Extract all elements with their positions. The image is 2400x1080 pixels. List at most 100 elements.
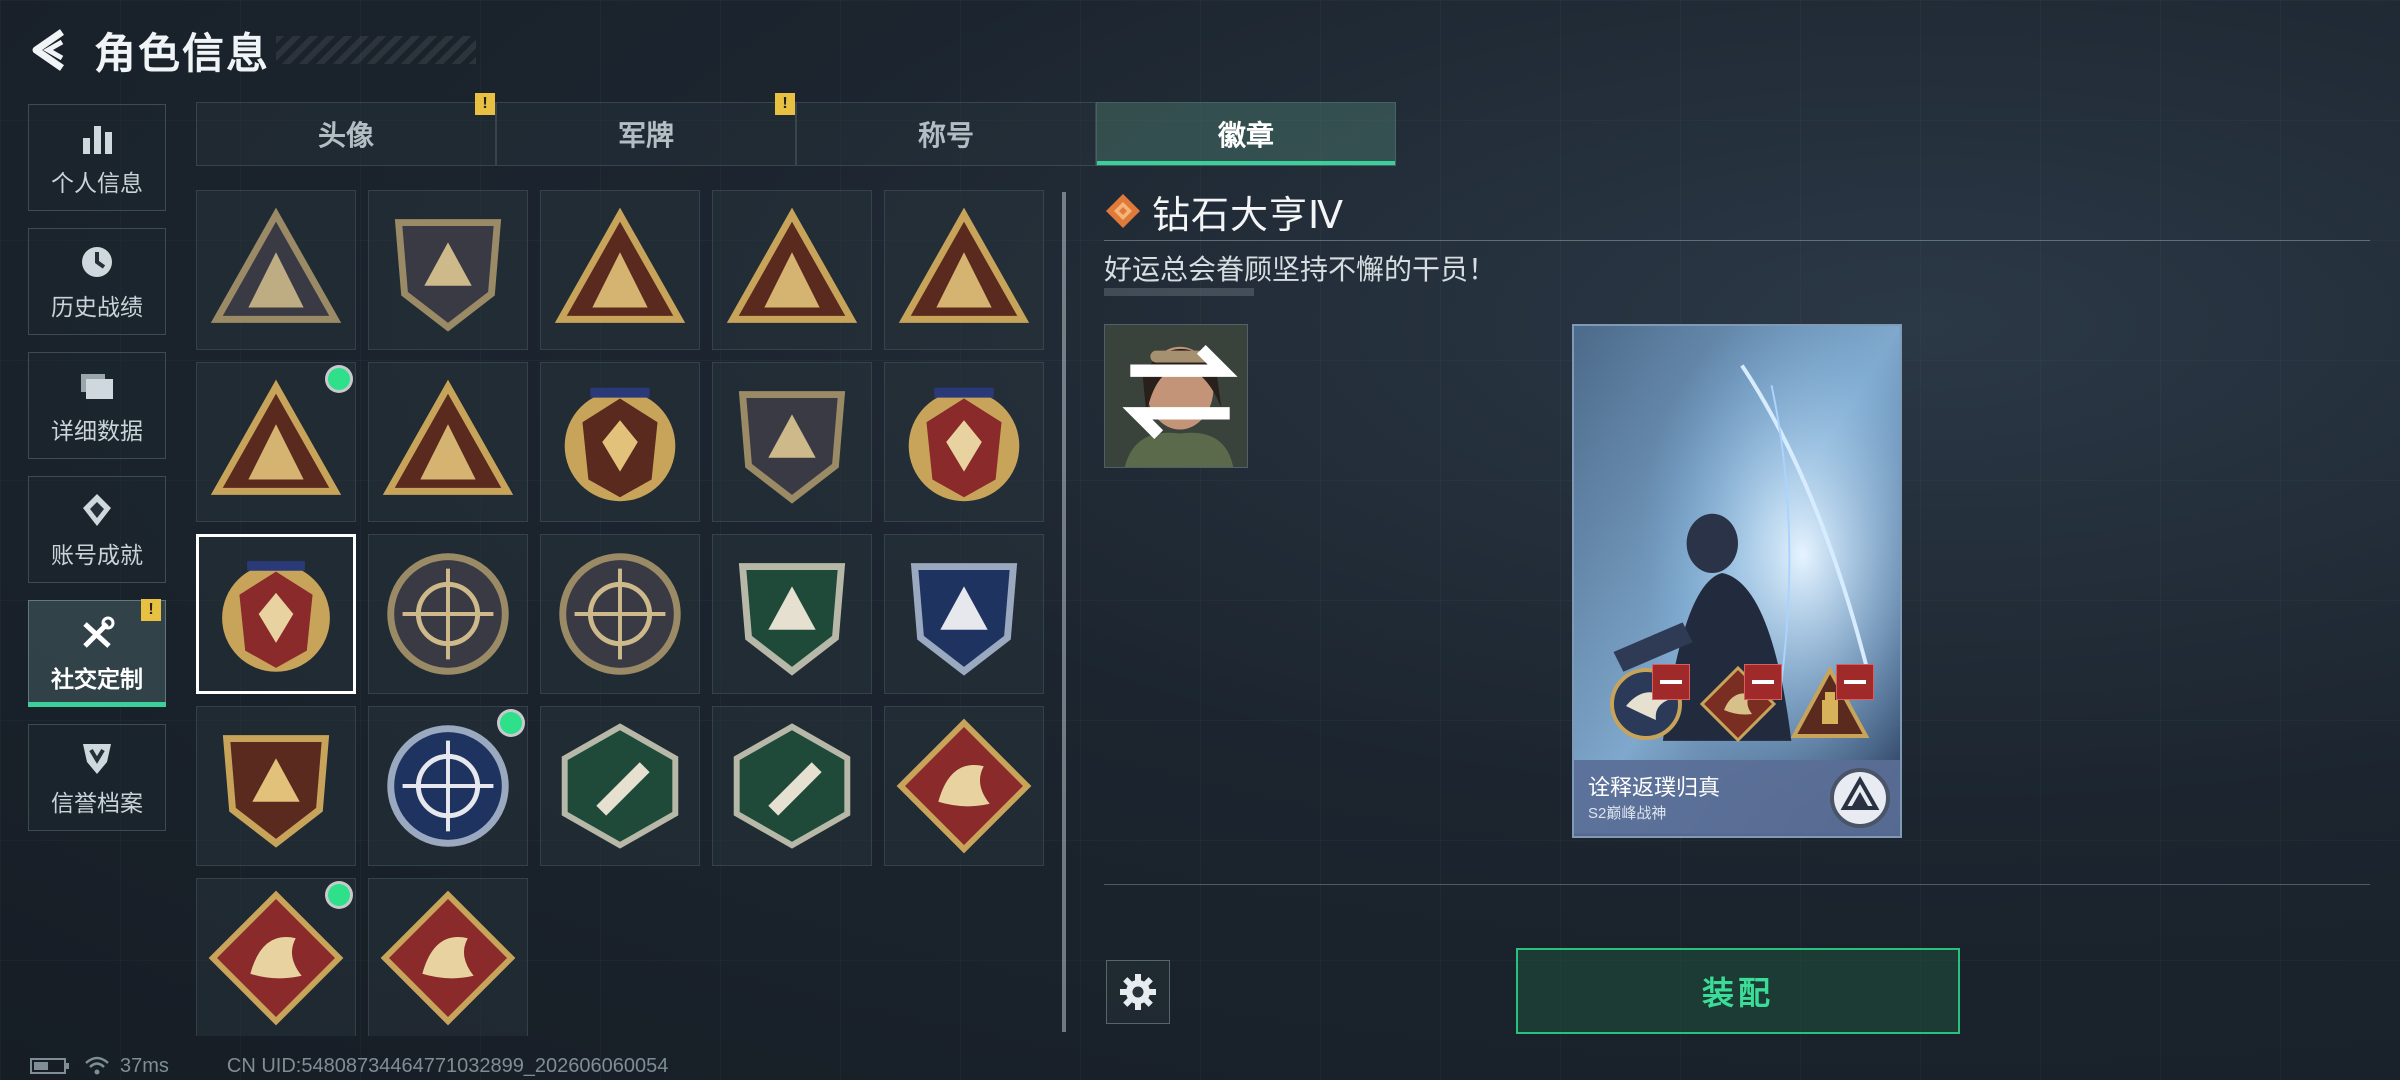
badge-cell[interactable] bbox=[884, 362, 1044, 522]
shield-icon bbox=[83, 743, 111, 774]
badge-cell[interactable] bbox=[884, 706, 1044, 866]
divider bbox=[1104, 884, 2370, 885]
warning-badge: ! bbox=[475, 93, 495, 115]
tab-label: 头像 bbox=[317, 120, 374, 151]
blue-rifle-shield-badge-icon bbox=[910, 563, 1018, 676]
crosshair-skull-badge-icon bbox=[387, 553, 509, 675]
remove-slot-button[interactable] bbox=[1744, 664, 1782, 700]
badge-cell[interactable] bbox=[196, 362, 356, 522]
new-indicator bbox=[328, 368, 350, 390]
tab-badge[interactable]: 徽章 bbox=[1096, 102, 1396, 166]
wifi-icon bbox=[85, 1056, 109, 1075]
s6-triangle-badge-icon bbox=[554, 207, 686, 323]
crosshair-bomb-badge-icon bbox=[559, 553, 681, 675]
tab-title[interactable]: 称号 bbox=[796, 102, 1096, 166]
diamond-rank-icon bbox=[1106, 194, 1140, 228]
new-indicator bbox=[500, 712, 522, 734]
sidebar-item-label: 个人信息 bbox=[51, 169, 143, 196]
badge-cell[interactable] bbox=[196, 706, 356, 866]
sword-shield-badge-icon bbox=[222, 735, 330, 848]
pistol-badge-icon bbox=[733, 723, 851, 849]
badge-cell[interactable] bbox=[368, 534, 528, 694]
settings-button[interactable] bbox=[1106, 960, 1170, 1024]
sidebar-item-label: 账号成就 bbox=[51, 541, 143, 568]
sidebar: 个人信息 历史战绩 详细数据 账号成就 社交定制 ! 信誉档案 bbox=[28, 104, 166, 848]
remove-slot-button[interactable] bbox=[1652, 664, 1690, 700]
sidebar-item-detailed-data[interactable]: 详细数据 bbox=[28, 352, 166, 459]
badge-cell[interactable] bbox=[196, 190, 356, 350]
gear-icon bbox=[1120, 974, 1156, 1010]
new-indicator bbox=[328, 884, 350, 906]
character-portrait[interactable] bbox=[1104, 324, 1248, 468]
wasp-badge-icon bbox=[561, 723, 679, 849]
badge-cell[interactable] bbox=[884, 190, 1044, 350]
runner-badge-icon bbox=[380, 890, 516, 1026]
battery-icon bbox=[30, 1058, 69, 1074]
badge-cell[interactable] bbox=[712, 362, 872, 522]
uid-text: CN UID:54808734464771032899_202606060054 bbox=[226, 1054, 669, 1077]
page-header: 角色信息 bbox=[28, 20, 477, 80]
sidebar-item-social-customization[interactable]: 社交定制 ! bbox=[28, 599, 166, 707]
back-arrow-icon[interactable] bbox=[28, 28, 72, 72]
history-icon bbox=[82, 246, 112, 277]
tab-label: 徽章 bbox=[1217, 120, 1274, 151]
red-diamond-laurel-badge-icon bbox=[222, 561, 330, 672]
sidebar-item-label: 详细数据 bbox=[51, 417, 143, 444]
badge-cell[interactable] bbox=[368, 190, 528, 350]
folder-icon bbox=[81, 373, 113, 399]
sidebar-item-profile[interactable]: 个人信息 bbox=[28, 104, 166, 211]
badge-cell[interactable] bbox=[712, 706, 872, 866]
card-subtitle: S2巅峰战神 bbox=[1588, 805, 1667, 822]
swap-icon[interactable] bbox=[1109, 324, 1248, 463]
badge-name: 钻石大亨Ⅳ bbox=[1152, 194, 1345, 237]
tab-bar: 头像 ! 军牌 ! 称号 徽章 bbox=[196, 93, 1396, 166]
stats-icon bbox=[83, 125, 112, 154]
badge-cell[interactable] bbox=[884, 534, 1044, 694]
badge-cell[interactable] bbox=[368, 878, 528, 1036]
tab-avatar[interactable]: 头像 ! bbox=[196, 93, 496, 166]
player-card-preview: 诠释返璞归真 S2巅峰战神 bbox=[1572, 324, 1902, 838]
wing-shield-badge-icon bbox=[738, 391, 846, 504]
badge-cell[interactable] bbox=[540, 362, 700, 522]
tab-label: 军牌 bbox=[617, 120, 674, 151]
achievement-icon bbox=[83, 493, 111, 526]
badge-cell[interactable] bbox=[196, 878, 356, 1036]
badge-grid bbox=[196, 190, 1048, 1036]
helicopter-badge-icon bbox=[394, 219, 502, 332]
scrollbar[interactable] bbox=[1062, 192, 1066, 1032]
badge-cell[interactable] bbox=[540, 706, 700, 866]
soldiers-triangle-badge-icon bbox=[382, 379, 514, 495]
badge-cell[interactable] bbox=[196, 534, 356, 694]
badge-cell[interactable] bbox=[540, 534, 700, 694]
sidebar-item-label: 信誉档案 bbox=[51, 789, 143, 816]
ping-text: 37ms bbox=[120, 1054, 169, 1077]
badge-cell[interactable] bbox=[712, 190, 872, 350]
warning-badge: ! bbox=[141, 599, 161, 621]
tools-icon bbox=[83, 616, 115, 648]
badge-cell[interactable] bbox=[368, 362, 528, 522]
triangle-shield-badge-icon bbox=[210, 207, 342, 323]
sidebar-item-reputation[interactable]: 信誉档案 bbox=[28, 724, 166, 831]
dragon-badge-icon bbox=[896, 718, 1032, 854]
card-info-bar: 诠释返璞归真 S2巅峰战神 bbox=[1574, 760, 1900, 836]
sidebar-item-label: 历史战绩 bbox=[51, 293, 143, 320]
badge-cell[interactable] bbox=[712, 534, 872, 694]
divider bbox=[1104, 240, 2370, 241]
tab-dog-tag[interactable]: 军牌 ! bbox=[496, 93, 796, 166]
tab-label: 称号 bbox=[917, 120, 974, 151]
card-title: 诠释返璞归真 bbox=[1588, 775, 1721, 800]
green-rifle-shield-badge-icon bbox=[738, 563, 846, 676]
s1-triangle-badge-icon bbox=[726, 207, 858, 323]
badge-cell[interactable] bbox=[540, 190, 700, 350]
blurred-text bbox=[1104, 288, 1254, 296]
remove-slot-button[interactable] bbox=[1836, 664, 1874, 700]
equip-button[interactable]: 装配 bbox=[1516, 948, 1960, 1034]
sidebar-item-history[interactable]: 历史战绩 bbox=[28, 228, 166, 335]
sidebar-item-achievements[interactable]: 账号成就 bbox=[28, 476, 166, 583]
sidebar-item-label: 社交定制 bbox=[51, 665, 143, 692]
badge-cell[interactable] bbox=[368, 706, 528, 866]
star-skull-badge-icon bbox=[564, 387, 676, 502]
header-decoration bbox=[276, 36, 477, 64]
red-laurel-badge-icon bbox=[908, 387, 1020, 502]
number-one-triangle-badge-icon bbox=[898, 207, 1030, 323]
